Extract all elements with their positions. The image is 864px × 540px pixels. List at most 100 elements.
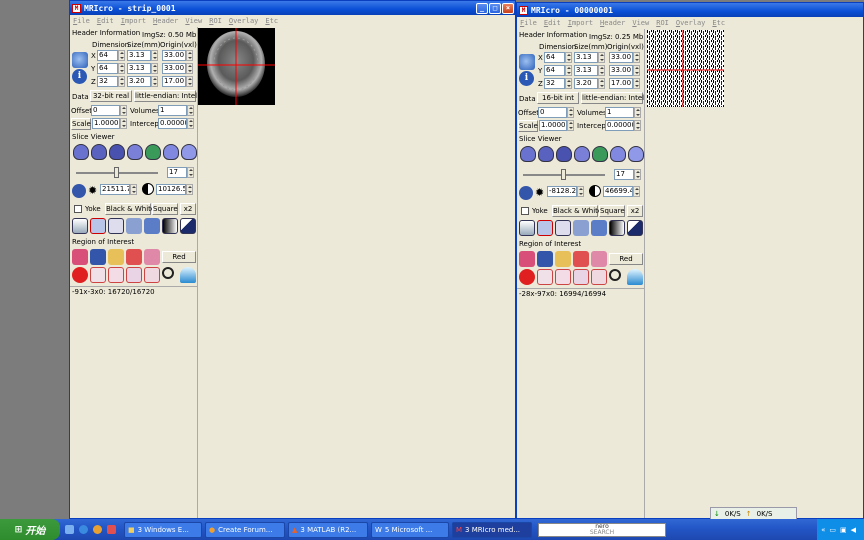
scale-spinner[interactable] (567, 120, 574, 131)
dim-z-field[interactable]: 32 (544, 78, 565, 89)
orient-icon[interactable] (126, 218, 142, 234)
layout-icon[interactable] (72, 218, 88, 234)
zoom-button[interactable]: x2 (180, 203, 196, 215)
max-intensity-spinner[interactable] (186, 184, 193, 195)
origin-x-field[interactable]: 33.00 (609, 52, 633, 63)
offset-field[interactable]: 0 (91, 105, 120, 116)
datatype-button[interactable]: 32-bit real (90, 90, 132, 102)
volumes-field[interactable]: 1 (158, 105, 187, 116)
menu-view[interactable]: View (185, 17, 202, 25)
roi-3d-icon[interactable] (72, 267, 88, 283)
dim-x-spinner[interactable] (565, 52, 572, 63)
navigate-icon[interactable] (72, 184, 86, 198)
slice-spinner[interactable] (187, 167, 194, 178)
square-button[interactable]: Square (599, 205, 625, 217)
roi-color-button[interactable]: Red (162, 251, 196, 263)
menu-etc[interactable]: Etc (265, 17, 278, 25)
roi-3d-icon[interactable] (519, 269, 535, 285)
max-intensity-spinner[interactable] (633, 186, 640, 197)
menu-header[interactable]: Header (600, 19, 625, 27)
minimize-button[interactable]: _ (476, 2, 488, 14)
size-x-spinner[interactable] (598, 52, 605, 63)
scale-field[interactable]: 1.000000 (539, 120, 567, 131)
menu-roi[interactable]: ROI (656, 19, 669, 27)
slice-slider-thumb[interactable] (114, 167, 119, 178)
roi-freehand-icon[interactable] (108, 267, 124, 283)
window-titlebar[interactable]: M MRIcro - 00000001 (517, 3, 863, 17)
scale-field[interactable]: 1.000000 (92, 118, 120, 129)
crosshair-toggle-icon[interactable] (90, 218, 106, 234)
roi-clear-icon[interactable] (144, 249, 160, 265)
endian-button[interactable]: little-endian: Intel (581, 92, 644, 104)
roi-erase-icon[interactable] (126, 267, 142, 283)
histogram-icon[interactable] (180, 218, 196, 234)
info-icon[interactable]: i (72, 69, 87, 84)
endian-button[interactable]: little-endian: Intel (134, 90, 197, 102)
histogram-icon[interactable] (627, 220, 643, 236)
origin-x-field[interactable]: 33.00 (162, 50, 186, 61)
colorbar-icon[interactable] (609, 220, 625, 236)
slice-spinner[interactable] (634, 169, 641, 180)
nero-search-box[interactable]: nero SEARCH (538, 522, 666, 537)
origin-z-spinner[interactable] (633, 78, 640, 89)
origin-y-field[interactable]: 33.00 (162, 63, 186, 74)
coronal-view-icon[interactable] (538, 146, 554, 162)
volumes-spinner[interactable] (634, 107, 641, 118)
max-intensity-field[interactable]: 10126.50 (156, 184, 186, 195)
render-view-icon[interactable] (592, 146, 608, 162)
roi-clear-icon[interactable] (591, 251, 607, 267)
size-y-field[interactable]: 3.13 (574, 65, 598, 76)
max-intensity-field[interactable]: 46699.42 (603, 186, 633, 197)
roi-draw-icon[interactable] (90, 267, 106, 283)
dim-x-field[interactable]: 64 (544, 52, 565, 63)
menu-overlay[interactable]: Overlay (229, 17, 259, 25)
task-matlab[interactable]: ▲ 3 MATLAB (R2... (288, 521, 368, 538)
axial-view-icon[interactable] (556, 146, 572, 162)
surface-view-icon[interactable] (628, 146, 644, 162)
size-x-field[interactable]: 3.13 (574, 52, 598, 63)
mirror-icon[interactable] (555, 220, 571, 236)
menu-header[interactable]: Header (153, 17, 178, 25)
menu-overlay[interactable]: Overlay (676, 19, 706, 27)
crosshair-toggle-icon[interactable] (537, 220, 553, 236)
roi-load-icon[interactable] (519, 251, 535, 267)
quicklaunch-desktop-icon[interactable] (65, 525, 74, 534)
tray-network-icon[interactable]: ▣ (840, 526, 847, 534)
size-z-spinner[interactable] (598, 78, 605, 89)
axial-view-icon[interactable] (109, 144, 125, 160)
dim-y-field[interactable]: 64 (97, 63, 118, 74)
size-z-field[interactable]: 3.20 (127, 76, 151, 87)
roi-load-icon[interactable] (72, 249, 88, 265)
datatype-button[interactable]: 16-bit int (537, 92, 579, 104)
menu-file[interactable]: File (73, 17, 90, 25)
menu-view[interactable]: View (632, 19, 649, 27)
navigate-icon[interactable] (519, 186, 533, 200)
yoke-checkbox[interactable] (521, 207, 529, 215)
intercept-field[interactable]: 0.000000 (605, 120, 634, 131)
dim-x-field[interactable]: 64 (97, 50, 118, 61)
origin-z-spinner[interactable] (186, 76, 193, 87)
intercept-field[interactable]: 0.000000 (158, 118, 187, 129)
mri-image-view[interactable] (198, 28, 275, 105)
roi-pencil-icon[interactable] (555, 251, 571, 267)
overlay-icon[interactable] (591, 220, 607, 236)
dim-y-spinner[interactable] (118, 63, 125, 74)
origin-z-field[interactable]: 17.00 (162, 76, 186, 87)
colorscheme-button[interactable]: Black & White (105, 203, 155, 215)
coronal-view-icon[interactable] (91, 144, 107, 160)
magnifier-icon[interactable] (609, 269, 621, 281)
mirror-icon[interactable] (108, 218, 124, 234)
scale-button[interactable]: Scale (518, 120, 538, 132)
multi-slice-view-icon[interactable] (127, 144, 143, 160)
intercept-spinner[interactable] (187, 118, 194, 129)
close-button[interactable]: × (502, 2, 514, 14)
sagittal-view-icon[interactable] (520, 146, 536, 162)
volume-view-icon[interactable] (163, 144, 179, 160)
volume-view-icon[interactable] (610, 146, 626, 162)
slice-number-field[interactable]: 17 (167, 167, 187, 178)
dim-y-field[interactable]: 64 (544, 65, 565, 76)
offset-field[interactable]: 0 (538, 107, 567, 118)
size-z-field[interactable]: 3.20 (574, 78, 598, 89)
roi-fill-icon[interactable] (126, 249, 142, 265)
min-intensity-spinner[interactable] (577, 186, 584, 197)
